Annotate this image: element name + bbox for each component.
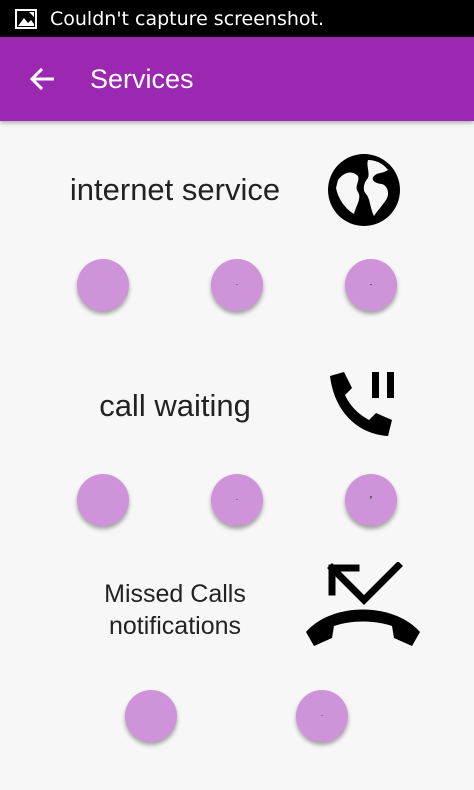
call-waiting-option-3[interactable]: ° bbox=[345, 474, 397, 526]
missed-calls-label: Missed Calls notifications bbox=[60, 578, 290, 642]
internet-service-option-3[interactable]: - bbox=[345, 259, 397, 311]
image-error-icon bbox=[14, 8, 38, 30]
internet-service-option-1[interactable] bbox=[77, 259, 129, 311]
call-waiting-label: call waiting bbox=[99, 388, 251, 423]
back-button[interactable] bbox=[26, 63, 58, 95]
internet-service-option-2[interactable]: · bbox=[211, 259, 263, 311]
globe-icon bbox=[324, 150, 404, 235]
missed-calls-option-1[interactable] bbox=[125, 690, 177, 742]
missed-calls-option-2[interactable]: · bbox=[296, 690, 348, 742]
arrow-back-icon bbox=[29, 68, 54, 90]
page-title: Services bbox=[90, 63, 194, 94]
missed-calls-label-line-1: Missed Calls bbox=[104, 580, 246, 608]
call-waiting-option-2[interactable]: · bbox=[211, 474, 263, 526]
app-bar: Services bbox=[0, 37, 474, 121]
status-text: Couldn't capture screenshot. bbox=[50, 7, 325, 30]
call-waiting-option-1[interactable] bbox=[77, 474, 129, 526]
phone-missed-icon bbox=[302, 561, 424, 661]
phone-paused-icon bbox=[326, 368, 402, 449]
status-bar: Couldn't capture screenshot. bbox=[0, 0, 474, 37]
missed-calls-label-line-2: notifications bbox=[108, 612, 242, 640]
internet-service-label: internet service bbox=[69, 172, 281, 207]
